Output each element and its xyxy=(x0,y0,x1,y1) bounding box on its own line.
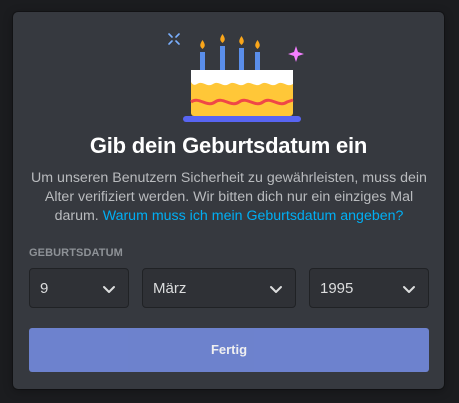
modal-description: Um unseren Benutzern Sicherheit zu gewäh… xyxy=(27,169,431,226)
cake-frosting xyxy=(191,70,293,86)
sparkle-blue-icon xyxy=(168,33,180,45)
flame-icon xyxy=(255,40,260,49)
birthday-cake-icon xyxy=(168,33,304,122)
day-select[interactable]: 9 xyxy=(29,268,129,308)
day-value: 9 xyxy=(40,280,49,297)
candle-icon xyxy=(239,48,244,70)
submit-button[interactable]: Fertig xyxy=(29,328,429,372)
chevron-down-icon xyxy=(270,286,282,293)
sparkle-pink-icon xyxy=(288,46,304,62)
why-birthday-link[interactable]: Warum muss ich mein Geburtsdatum angeben… xyxy=(103,208,404,224)
month-select[interactable]: März xyxy=(142,268,296,308)
flame-icon xyxy=(239,36,244,45)
candle-icon xyxy=(200,52,205,70)
month-value: März xyxy=(153,280,187,297)
candle-icon xyxy=(255,52,260,70)
chevron-down-icon xyxy=(103,286,115,293)
flame-icon xyxy=(200,40,205,49)
cake-plate xyxy=(183,116,301,122)
birthday-modal: Gib dein Geburtsdatum ein Um unseren Ben… xyxy=(13,12,444,389)
flame-icon xyxy=(220,34,225,43)
birthday-field-label: GEBURTSDATUM xyxy=(29,247,123,259)
chevron-down-icon xyxy=(403,286,415,293)
year-value: 1995 xyxy=(320,280,354,297)
candle-icon xyxy=(220,46,225,70)
modal-title: Gib dein Geburtsdatum ein xyxy=(89,133,368,158)
year-select[interactable]: 1995 xyxy=(309,268,429,308)
